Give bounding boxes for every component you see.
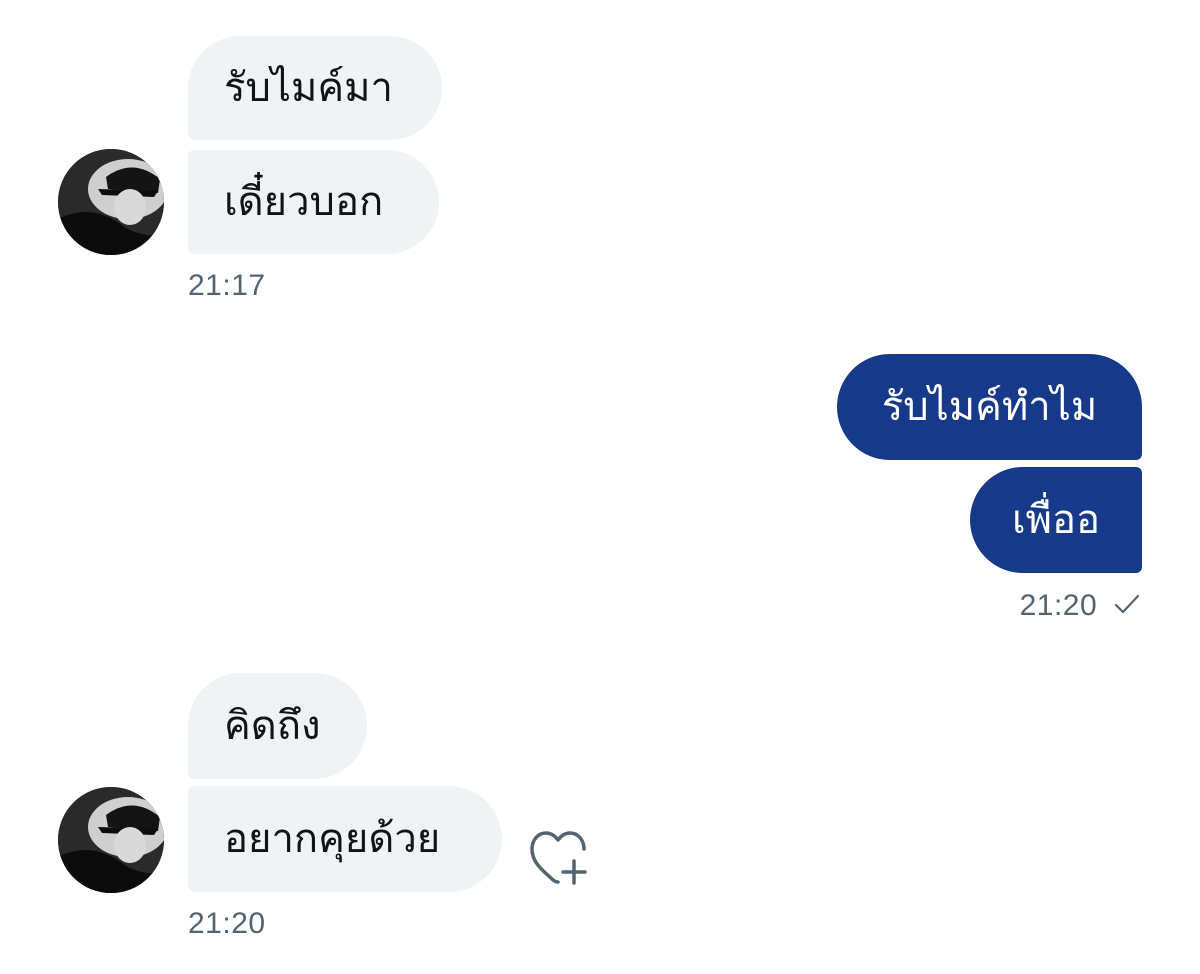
message-bubble-outgoing[interactable]: เพื่ออ	[970, 467, 1142, 573]
add-reaction-button[interactable]	[528, 827, 598, 887]
message-text: อยากคุยด้วย	[224, 816, 441, 862]
message-text: เดี๋ยวบอก	[224, 179, 384, 225]
message-timestamp: 21:20	[188, 909, 266, 939]
sender-avatar[interactable]	[58, 149, 164, 255]
chat-conversation: { "messages": [ {"side": "in", "text": "…	[0, 0, 1200, 974]
message-timestamp: 21:17	[188, 271, 266, 301]
timestamp-text: 21:20	[1019, 589, 1098, 622]
message-bubble-incoming[interactable]: เดี๋ยวบอก	[188, 150, 439, 254]
message-timestamp: 21:20	[1020, 591, 1140, 621]
checkmark-icon	[1114, 594, 1140, 614]
message-bubble-incoming[interactable]: รับไมค์มา	[188, 36, 442, 140]
message-text: เพื่ออ	[1011, 497, 1101, 543]
avatar-photo	[58, 787, 164, 893]
timestamp-text: 21:20	[188, 907, 266, 940]
message-bubble-incoming[interactable]: คิดถึง	[188, 673, 367, 779]
avatar-photo	[58, 149, 164, 255]
message-text: รับไมค์ทำไม	[881, 384, 1098, 430]
sender-avatar[interactable]	[58, 787, 164, 893]
message-bubble-outgoing[interactable]: รับไมค์ทำไม	[837, 354, 1142, 460]
message-bubble-incoming[interactable]: อยากคุยด้วย	[188, 786, 502, 892]
message-text: รับไมค์มา	[224, 65, 393, 111]
timestamp-text: 21:17	[188, 269, 266, 302]
heart-plus-icon	[530, 831, 587, 885]
message-text: คิดถึง	[224, 703, 321, 749]
